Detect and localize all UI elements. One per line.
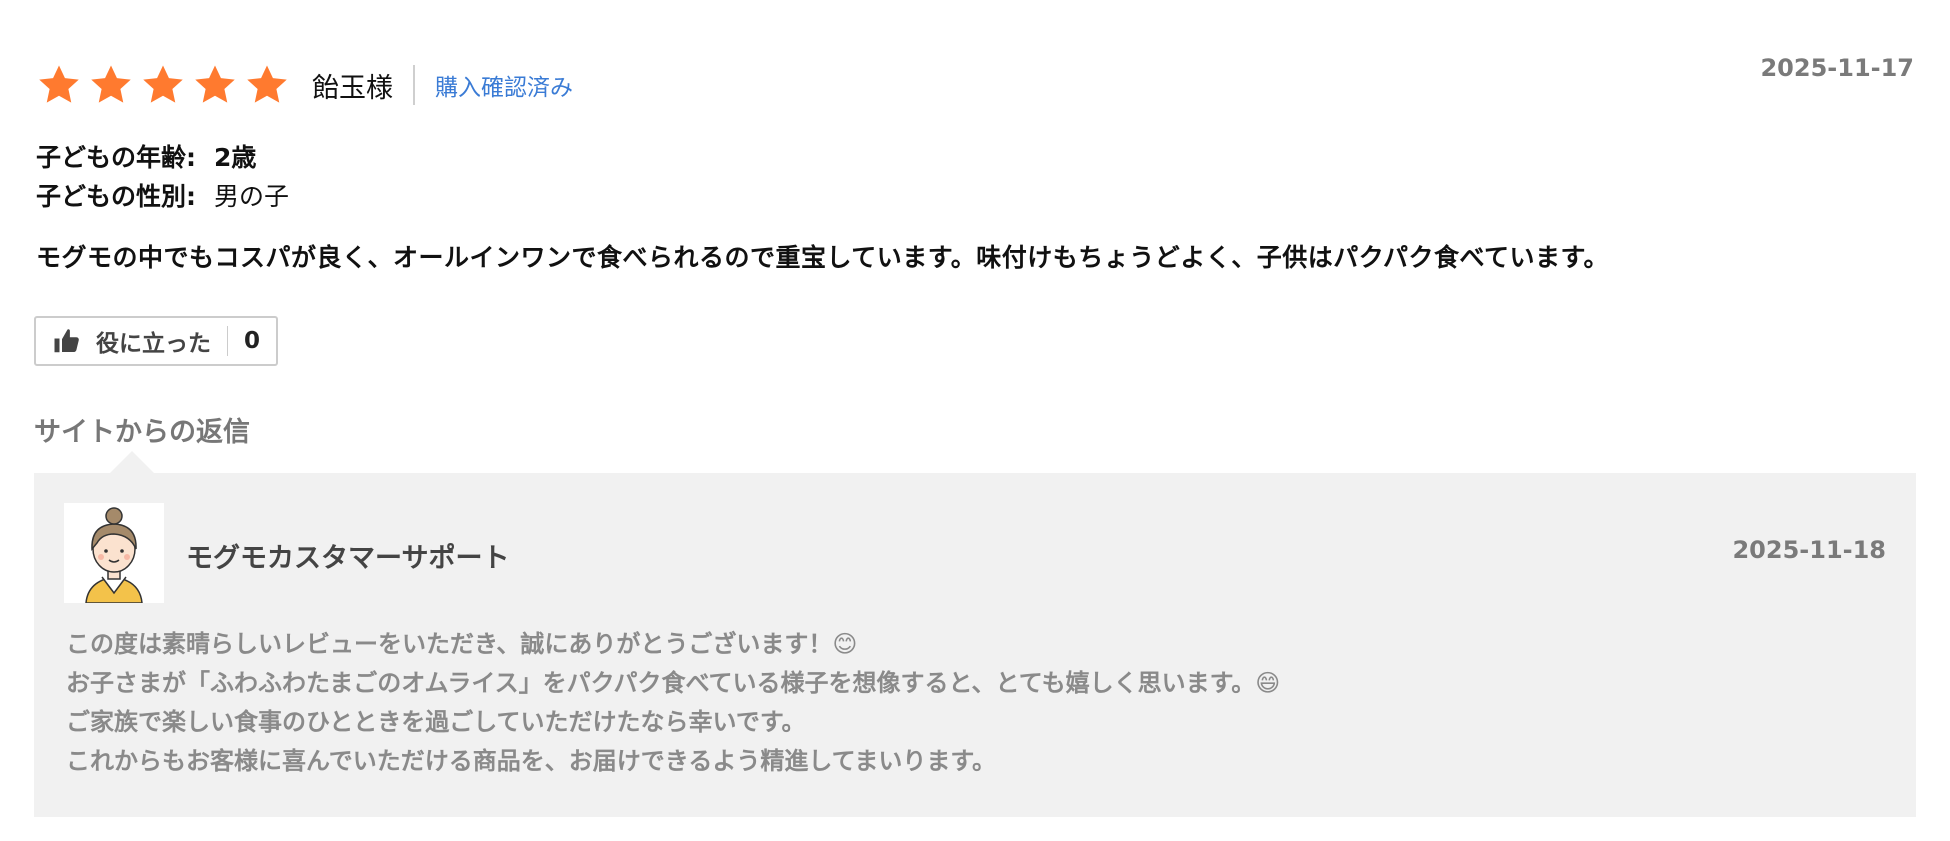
reply-text: この度は素晴らしいレビューをいただき、誠にありがとうございます！😊 お子さまが「…: [66, 625, 1280, 781]
reply-author: モグモカスタマーサポート: [186, 543, 510, 574]
reply-date: 2025-11-18: [1732, 536, 1886, 564]
reply-line: ご家族で楽しい食事のひとときを過ごしていただけたなら幸いです。: [66, 708, 806, 736]
review-header: 飴玉様 購入確認済み: [36, 58, 573, 112]
child-gender-row: 子どもの性別: 男の子: [36, 177, 289, 216]
reply-bubble-notch: [110, 451, 154, 473]
reply-line: お子さまが「ふわふわたまごのオムライス」をパクパク食べている様子を想像すると、と…: [66, 669, 1281, 697]
review-body: モグモの中でもコスパが良く、オールインワンで食べられるので重宝しています。味付け…: [36, 243, 1610, 272]
reply-box: モグモカスタマーサポート 2025-11-18 この度は素晴らしいレビューをいた…: [34, 473, 1916, 817]
star-icon: [192, 62, 238, 108]
child-age-row: 子どもの年齢: 2歳: [36, 138, 289, 177]
star-icon: [244, 62, 290, 108]
support-avatar: [64, 503, 164, 603]
review-card: 飴玉様 購入確認済み 2025-11-17 子どもの年齢: 2歳 子どもの性別:…: [0, 0, 1950, 841]
reply-line: この度は素晴らしいレビューをいただき、誠にありがとうございます！😊: [66, 630, 858, 658]
reviewer-name: 飴玉様: [312, 72, 393, 104]
star-rating: [36, 62, 290, 108]
star-icon: [140, 62, 186, 108]
star-icon: [88, 62, 134, 108]
child-gender-label: 子どもの性別:: [36, 182, 196, 211]
star-icon: [36, 62, 82, 108]
helpful-label: 役に立った: [96, 331, 211, 357]
child-info: 子どもの年齢: 2歳 子どもの性別: 男の子: [36, 138, 289, 216]
reply-section-title: サイトからの返信: [34, 417, 250, 448]
header-divider: [413, 65, 415, 105]
child-age-label: 子どもの年齢:: [36, 143, 196, 172]
child-age-value: 2歳: [214, 143, 257, 172]
helpful-divider: [227, 326, 228, 356]
thumbs-up-icon: [54, 329, 79, 353]
review-date: 2025-11-17: [1760, 54, 1914, 82]
helpful-button[interactable]: 役に立った 0: [34, 316, 279, 366]
verified-purchase-badge: 購入確認済み: [435, 75, 573, 101]
support-woman-avatar-icon: [64, 503, 164, 603]
child-gender-value: 男の子: [214, 182, 290, 211]
reply-line: これからもお客様に喜んでいただける商品を、お届けできるよう精進してまいります。: [66, 747, 996, 775]
helpful-count: 0: [244, 328, 261, 354]
